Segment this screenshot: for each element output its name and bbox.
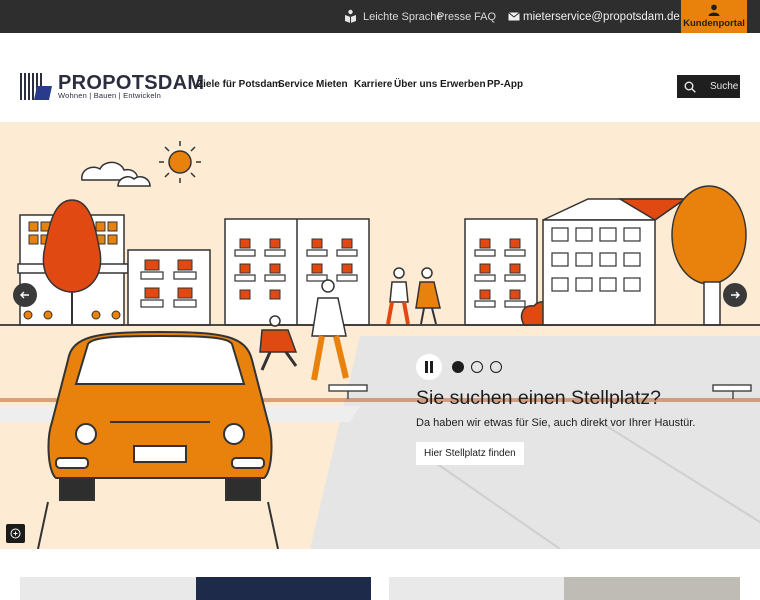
teaser-image-2 bbox=[564, 577, 740, 600]
user-icon bbox=[708, 4, 720, 16]
nav-item-ueber-uns[interactable]: Über uns bbox=[394, 79, 437, 90]
hero-subtitle: Da haben wir etwas für Sie, auch direkt … bbox=[416, 417, 696, 429]
accessibility-icon bbox=[10, 528, 21, 539]
top-utility-bar: Leichte Sprache Presse FAQ mieterservice… bbox=[0, 0, 760, 33]
nav-item-service[interactable]: Service bbox=[278, 79, 314, 90]
mail-icon bbox=[508, 12, 520, 21]
nav-item-mieten[interactable]: Mieten bbox=[316, 79, 348, 90]
slide-dot-1[interactable] bbox=[452, 361, 464, 373]
search-label: Suche bbox=[710, 81, 739, 92]
faq-label: FAQ bbox=[474, 10, 497, 23]
teaser-card-2[interactable] bbox=[389, 577, 740, 600]
nav-item-karriere[interactable]: Karriere bbox=[354, 79, 392, 90]
parking-illustration bbox=[0, 141, 760, 549]
email-link[interactable]: mieterservice@propotsdam.de bbox=[508, 0, 680, 33]
pause-slider-button[interactable] bbox=[416, 354, 442, 380]
customer-portal-button[interactable]: Kundenportal bbox=[681, 0, 747, 33]
faq-link[interactable]: FAQ bbox=[474, 0, 496, 33]
find-parking-button[interactable]: Hier Stellplatz finden bbox=[416, 442, 524, 465]
slide-dot-3[interactable] bbox=[490, 361, 502, 373]
search-icon bbox=[684, 81, 696, 93]
slide-dot-2[interactable] bbox=[471, 361, 483, 373]
hero-slider: Sie suchen einen Stellplatz? Da haben wi… bbox=[0, 122, 760, 549]
search-button[interactable]: Suche bbox=[677, 75, 740, 98]
accessibility-button[interactable] bbox=[6, 524, 25, 543]
next-slide-button[interactable] bbox=[723, 283, 747, 307]
press-label: Presse bbox=[437, 10, 472, 23]
previous-slide-button[interactable] bbox=[13, 283, 37, 307]
teaser-image-1 bbox=[196, 577, 371, 600]
press-link[interactable]: Presse bbox=[437, 0, 471, 33]
email-label: mieterservice@propotsdam.de bbox=[523, 10, 680, 23]
customer-portal-label: Kundenportal bbox=[683, 18, 745, 29]
easy-language-label: Leichte Sprache bbox=[363, 10, 443, 23]
arrow-right-icon bbox=[731, 291, 740, 299]
nav-item-pp-app[interactable]: PP-App bbox=[487, 79, 523, 90]
easy-language-icon bbox=[345, 9, 356, 23]
logo-tagline: Wohnen | Bauen | Entwickeln bbox=[58, 91, 161, 100]
teaser-card-1[interactable] bbox=[20, 577, 371, 600]
arrow-left-icon bbox=[20, 291, 29, 299]
nav-item-erwerben[interactable]: Erwerben bbox=[440, 79, 486, 90]
propotsdam-logo-icon[interactable] bbox=[20, 73, 52, 100]
hero-title: Sie suchen einen Stellplatz? bbox=[416, 387, 661, 409]
pause-icon bbox=[425, 361, 433, 373]
nav-item-ziele[interactable]: Ziele für Potsdam bbox=[197, 79, 281, 90]
easy-language-link[interactable]: Leichte Sprache bbox=[343, 0, 443, 33]
